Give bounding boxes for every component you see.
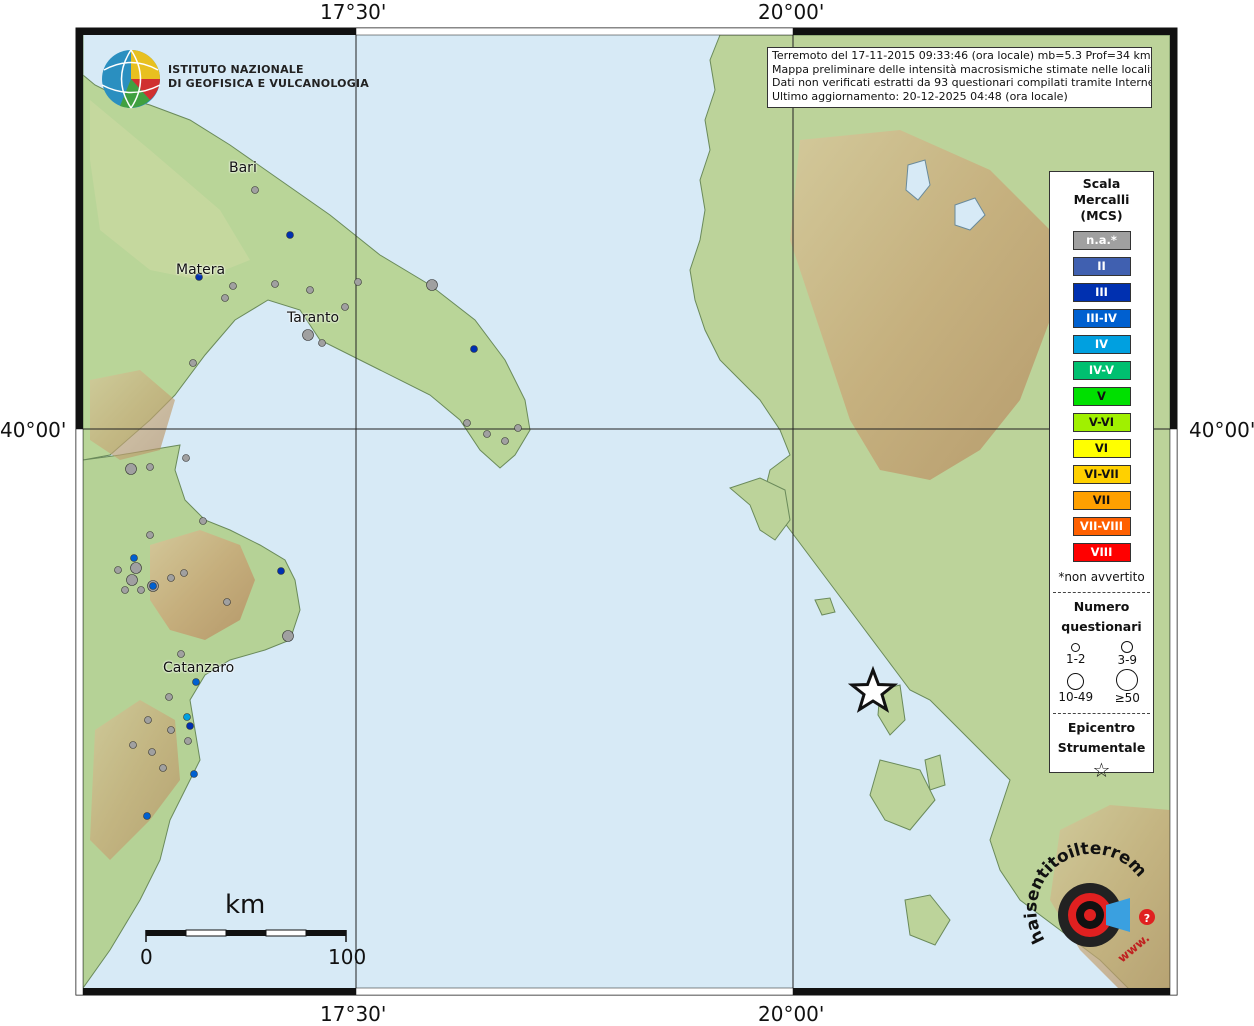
mcs-scale-list: n.a.* II III III-IV IV IV-V V V-VI VI VI-VII VII VI… [1050, 231, 1153, 562]
svg-text:?: ? [1144, 912, 1150, 925]
observation-dot [277, 567, 285, 575]
size-circle-icon [1067, 673, 1085, 690]
city-label-catanzaro: Catanzaro [163, 660, 235, 676]
observation-dot [302, 329, 314, 341]
scale-unit: km [225, 890, 266, 920]
observation-dot [306, 286, 314, 294]
info-line-1: Terremoto del 17-11-2015 09:33:46 (ora l… [772, 49, 1151, 62]
size-circle-icon [1071, 643, 1081, 652]
observation-dot [223, 598, 231, 606]
observation-dot [129, 741, 137, 749]
observation-dot [501, 437, 509, 445]
observation-dot [318, 339, 326, 347]
lon-label-bottom-1730: 17°30' [320, 1002, 387, 1026]
mcs-scale-item: III [1072, 283, 1131, 302]
legend-title: Scala Mercalli (MCS) [1073, 176, 1130, 223]
lat-label-right: 40°00' [1189, 418, 1254, 442]
observation-dot [121, 586, 129, 594]
observation-dot [180, 569, 188, 577]
observation-dot [146, 463, 154, 471]
observation-dot [186, 722, 194, 730]
legend-panel: Scala Mercalli (MCS) n.a.* II III III-IV IV I… [1049, 171, 1154, 782]
observation-dot [177, 650, 185, 658]
observation-dot [165, 693, 173, 701]
observation-dot [341, 303, 349, 311]
observation-dot [190, 770, 198, 778]
size-circle-icon [1116, 669, 1139, 691]
mcs-scale-item: VII [1072, 491, 1131, 510]
observation-dot [126, 574, 138, 586]
observation-dot [251, 186, 259, 194]
city-label-matera: Matera [176, 262, 226, 278]
ingv-logo-icon [101, 49, 161, 109]
observation-dot [167, 726, 175, 734]
info-line-4: Ultimo aggiornamento: 20-12-2025 04:48 (… [772, 89, 1068, 103]
lon-label-top-1730: 17°30' [320, 0, 387, 24]
scale-end: 100 [328, 945, 367, 969]
mcs-scale-item: IV-V [1072, 361, 1131, 380]
observation-dot [167, 574, 175, 582]
size-circle-icon [1121, 641, 1134, 653]
mcs-scale-item: VII-VIII [1072, 517, 1131, 536]
epicenter-legend-star-icon: ☆ [1092, 758, 1111, 782]
observation-dot [144, 716, 152, 724]
observation-dot [159, 764, 167, 772]
lat-label-left: 40°00' [0, 418, 67, 442]
observation-dot [271, 280, 279, 288]
mcs-scale-item: VI [1072, 439, 1131, 458]
observation-dot [426, 279, 438, 291]
lon-label-bottom-2000: 20°00' [758, 1002, 825, 1026]
legend-note: *non avvertito [1058, 570, 1145, 584]
epicenter-title: Epicentro Strumentale [1057, 720, 1146, 755]
observation-dot [354, 278, 362, 286]
observation-dot [199, 517, 207, 525]
mcs-scale-item: III-IV [1072, 309, 1131, 328]
info-line-2: Mappa preliminare delle intensità macros… [772, 62, 1152, 76]
scale-start: 0 [140, 945, 153, 969]
observation-dot [146, 531, 154, 539]
observation-dot [221, 294, 229, 302]
size-legend: 1-2 3-9 10-49 ≥50 [1050, 641, 1153, 705]
observation-dot [114, 566, 122, 574]
mcs-scale-item: II [1072, 257, 1131, 276]
mcs-scale-item: V-VI [1072, 413, 1131, 432]
observation-dot [183, 713, 191, 721]
observation-dot [286, 231, 294, 239]
observation-dot [483, 430, 491, 438]
observation-dot [149, 582, 157, 590]
mcs-scale-item: n.a.* [1072, 231, 1131, 250]
observation-dot [182, 454, 190, 462]
observation-dot [130, 562, 142, 574]
observation-dot [463, 419, 471, 427]
observation-dot [514, 424, 522, 432]
observation-dot [229, 282, 237, 290]
info-line-3: Dati non verificati estratti da 93 quest… [772, 76, 1152, 89]
city-label-bari: Bari [229, 160, 257, 176]
observation-dot [189, 359, 197, 367]
observation-dot [148, 748, 156, 756]
observation-dot [470, 345, 478, 353]
city-label-taranto: Taranto [287, 310, 340, 326]
institute-name: ISTITUTO NAZIONALE DI GEOFISICA E VULCAN… [168, 63, 369, 90]
mcs-scale-item: V [1072, 387, 1131, 406]
observation-dot [125, 463, 137, 475]
observation-dot [192, 678, 200, 686]
mcs-scale-item: VI-VII [1072, 465, 1131, 484]
observation-dot [184, 737, 192, 745]
mcs-scale-item: VIII [1072, 543, 1131, 562]
event-info-box: Terremoto del 17-11-2015 09:33:46 (ora l… [767, 47, 1152, 108]
mcs-scale-item: IV [1072, 335, 1131, 354]
observation-dot [130, 554, 138, 562]
observation-dot [143, 812, 151, 820]
observation-dot [282, 630, 294, 642]
count-title: Numero questionari [1061, 599, 1142, 634]
lon-label-top-2000: 20°00' [758, 0, 825, 24]
observation-dot [137, 586, 145, 594]
